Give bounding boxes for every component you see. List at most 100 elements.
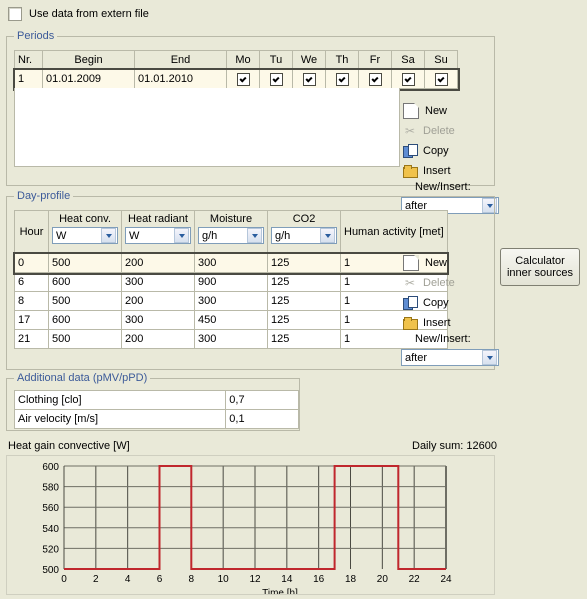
additional-data-legend: Additional data (pMV/pPD) — [14, 372, 151, 384]
periods-col-begin: Begin — [42, 50, 135, 70]
dp-moisture[interactable]: 300 — [194, 253, 268, 273]
table-row[interactable]: 6 600 300 900 125 1 — [14, 272, 448, 292]
svg-text:520: 520 — [42, 544, 59, 555]
dayprofile-delete-button: ✂ Delete — [401, 273, 489, 293]
svg-text:12: 12 — [249, 574, 261, 585]
periods-new-label: New — [425, 105, 448, 117]
dp-co2[interactable]: 125 — [267, 291, 341, 311]
day-checkbox-tu[interactable] — [269, 72, 283, 86]
period-nr: 1 — [14, 69, 43, 89]
dp-co2[interactable]: 125 — [267, 310, 341, 330]
dp-col-hour: Hour — [14, 210, 49, 254]
copy-icon — [403, 296, 418, 310]
dp-heat-conv[interactable]: 600 — [48, 272, 122, 292]
dp-heat-rad[interactable]: 200 — [121, 291, 195, 311]
dayprofile-header-row: Hour Heat conv. W Heat radiant W Moistur… — [14, 210, 448, 254]
dp-unit-select-moisture[interactable]: g/h — [198, 227, 264, 244]
air-velocity-field[interactable]: 0,1 — [225, 409, 299, 429]
dp-heat-conv[interactable]: 600 — [48, 310, 122, 330]
chevron-down-icon[interactable] — [247, 228, 262, 243]
dayprofile-table[interactable]: Hour Heat conv. W Heat radiant W Moistur… — [12, 210, 450, 349]
dp-heat-rad[interactable]: 300 — [121, 310, 195, 330]
svg-text:580: 580 — [42, 483, 59, 494]
dp-heat-rad[interactable]: 200 — [121, 329, 195, 349]
chevron-down-icon[interactable] — [101, 228, 116, 243]
dp-unit-value-co2: g/h — [275, 229, 291, 242]
period-day-fr[interactable] — [358, 69, 392, 89]
periods-col-sa: Sa — [391, 50, 425, 70]
svg-text:8: 8 — [189, 574, 195, 585]
period-day-th[interactable] — [325, 69, 359, 89]
period-day-we[interactable] — [292, 69, 326, 89]
day-checkbox-mo[interactable] — [236, 72, 250, 86]
dp-moisture[interactable]: 900 — [194, 272, 268, 292]
dayprofile-new-button[interactable]: New — [401, 253, 489, 273]
dp-hour[interactable]: 8 — [14, 291, 49, 311]
dp-col-heat-conv-title: Heat conv. — [59, 213, 111, 225]
table-row[interactable]: 21 500 200 300 125 1 — [14, 329, 448, 349]
periods-copy-label: Copy — [423, 145, 449, 157]
dp-co2[interactable]: 125 — [267, 329, 341, 349]
chevron-down-icon[interactable] — [320, 228, 335, 243]
air-velocity-label: Air velocity [m/s] — [13, 409, 227, 429]
period-day-su[interactable] — [424, 69, 458, 89]
dp-moisture[interactable]: 300 — [194, 291, 268, 311]
svg-text:22: 22 — [409, 574, 421, 585]
dp-heat-conv[interactable]: 500 — [48, 329, 122, 349]
dp-col-heat-radiant: Heat radiant W — [121, 210, 195, 254]
dayprofile-copy-button[interactable]: Copy — [401, 293, 489, 313]
use-extern-file-checkbox[interactable] — [8, 7, 22, 21]
dp-unit-select-heat-conv[interactable]: W — [52, 227, 118, 244]
use-extern-file-label: Use data from extern file — [29, 8, 149, 20]
svg-text:20: 20 — [377, 574, 389, 585]
dp-hour[interactable]: 17 — [14, 310, 49, 330]
periods-insert-button[interactable]: Insert — [401, 161, 489, 181]
dp-col-heat-conv: Heat conv. W — [48, 210, 122, 254]
period-day-mo[interactable] — [226, 69, 260, 89]
table-row[interactable]: 1 01.01.2009 01.01.2010 — [12, 67, 460, 91]
table-row[interactable]: 0 500 200 300 125 1 — [12, 251, 450, 275]
periods-col-su: Su — [424, 50, 458, 70]
dp-co2[interactable]: 125 — [267, 272, 341, 292]
dp-hour[interactable]: 0 — [14, 253, 49, 273]
day-checkbox-we[interactable] — [302, 72, 316, 86]
period-begin[interactable]: 01.01.2009 — [42, 69, 135, 89]
period-end[interactable]: 01.01.2010 — [134, 69, 227, 89]
periods-new-button[interactable]: New — [401, 101, 489, 121]
additional-data-table[interactable]: Clothing [clo] 0,7 Air velocity [m/s] 0,… — [13, 390, 299, 429]
dayprofile-new-insert-select[interactable]: after — [401, 349, 499, 366]
chevron-down-icon[interactable] — [482, 350, 497, 365]
day-checkbox-fr[interactable] — [368, 72, 382, 86]
chevron-down-icon[interactable] — [174, 228, 189, 243]
period-day-tu[interactable] — [259, 69, 293, 89]
clothing-field[interactable]: 0,7 — [225, 390, 299, 410]
dp-unit-select-co2[interactable]: g/h — [271, 227, 337, 244]
dp-heat-rad[interactable]: 200 — [121, 253, 195, 273]
dp-heat-conv[interactable]: 500 — [48, 253, 122, 273]
table-row[interactable]: 8 500 200 300 125 1 — [14, 291, 448, 311]
heat-gain-chart: 500 520 540 560 580 600 0 2 4 6 8 10 12 14 16 18 20 22 24 … — [6, 455, 495, 595]
dayprofile-group: Day-profile Hour Heat conv. W Heat radia… — [6, 190, 499, 370]
periods-empty-area[interactable] — [14, 88, 400, 167]
dp-unit-select-heat-radiant[interactable]: W — [125, 227, 191, 244]
calculator-inner-sources-button[interactable]: Calculator inner sources — [500, 248, 580, 286]
use-extern-file-row[interactable]: Use data from extern file — [8, 7, 149, 21]
dp-heat-conv[interactable]: 500 — [48, 291, 122, 311]
period-day-sa[interactable] — [391, 69, 425, 89]
dp-hour[interactable]: 21 — [14, 329, 49, 349]
periods-copy-button[interactable]: Copy — [401, 141, 489, 161]
day-checkbox-th[interactable] — [335, 72, 349, 86]
periods-table[interactable]: Nr. Begin End Mo Tu We Th Fr Sa Su 1 01.… — [12, 50, 460, 91]
dp-moisture[interactable]: 300 — [194, 329, 268, 349]
dayprofile-insert-button[interactable]: Insert — [401, 313, 489, 333]
day-checkbox-sa[interactable] — [401, 72, 415, 86]
dp-hour[interactable]: 6 — [14, 272, 49, 292]
dp-co2[interactable]: 125 — [267, 253, 341, 273]
table-row[interactable]: 17 600 300 450 125 1 — [14, 310, 448, 330]
dp-moisture[interactable]: 450 — [194, 310, 268, 330]
svg-text:24: 24 — [440, 574, 452, 585]
periods-legend: Periods — [14, 30, 58, 42]
day-checkbox-su[interactable] — [434, 72, 448, 86]
dp-heat-rad[interactable]: 300 — [121, 272, 195, 292]
svg-text:10: 10 — [218, 574, 230, 585]
